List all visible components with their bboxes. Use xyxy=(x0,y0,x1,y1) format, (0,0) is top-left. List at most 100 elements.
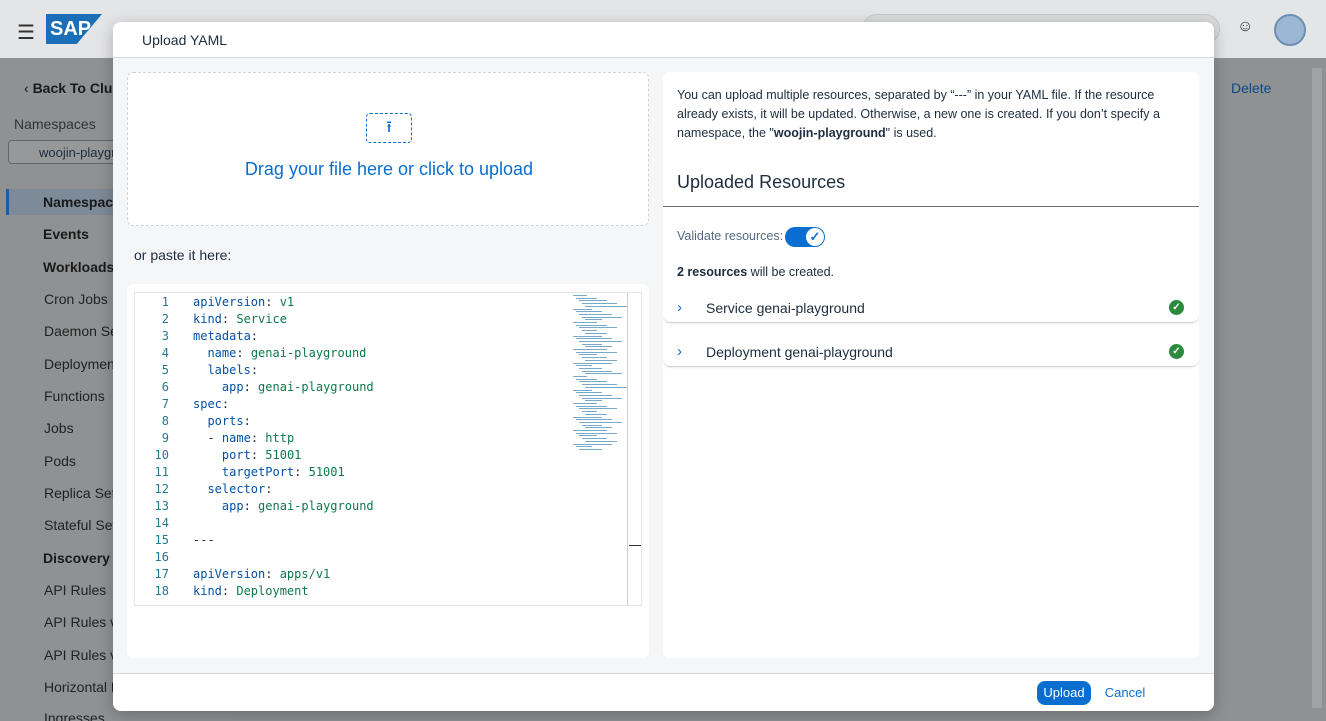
feedback-icon[interactable]: ☺ xyxy=(1237,18,1253,36)
minimap-line xyxy=(576,392,602,394)
minimap-line xyxy=(585,359,617,361)
minimap-line xyxy=(573,376,587,377)
minimap-line xyxy=(573,295,587,296)
minimap-line xyxy=(576,432,617,434)
code-text: spec: xyxy=(193,397,230,411)
sidebar-item[interactable]: Functions xyxy=(44,388,105,404)
dialog-footer: Upload Cancel xyxy=(113,673,1214,711)
minimap-line xyxy=(579,394,612,396)
minimap-line xyxy=(582,384,617,386)
minimap-line xyxy=(576,405,607,407)
menu-icon[interactable]: ☰ xyxy=(17,20,35,45)
success-check-icon: ✓ xyxy=(1169,300,1184,315)
minimap-line xyxy=(582,370,612,372)
resource-row-deployment[interactable]: › Deployment genai-playground ✓ xyxy=(663,339,1199,367)
minimap-line xyxy=(585,427,612,429)
line-number: 3 xyxy=(161,329,169,343)
minimap-line xyxy=(585,346,612,348)
line-number: 8 xyxy=(161,414,169,428)
delete-button[interactable]: Delete xyxy=(1231,80,1271,96)
upload-info-text: You can upload multiple resources, separ… xyxy=(677,88,1160,140)
avatar[interactable] xyxy=(1274,14,1306,46)
sidebar-item[interactable]: Workloads xyxy=(43,259,114,275)
minimap-line xyxy=(582,303,617,305)
page-scrollbar[interactable] xyxy=(1312,68,1322,708)
line-number: 11 xyxy=(154,465,169,479)
minimap-line xyxy=(579,421,622,423)
minimap-line xyxy=(573,322,597,323)
sap-logo: SAP xyxy=(46,14,102,44)
code-text: - name: http xyxy=(193,431,295,445)
editor-minimap[interactable] xyxy=(573,295,627,455)
minimap-line xyxy=(582,411,597,413)
resources-panel: You can upload multiple resources, separ… xyxy=(663,72,1199,658)
back-link[interactable]: ‹ Back To Clu xyxy=(24,80,112,96)
sidebar-item[interactable]: Replica Sets xyxy=(44,485,123,501)
minimap-line xyxy=(579,408,617,410)
code-text: selector: xyxy=(207,482,273,496)
editor-scrollbar[interactable] xyxy=(627,293,628,605)
sidebar-item[interactable]: Pods xyxy=(44,453,76,469)
code-text: app: genai-playground xyxy=(221,499,374,513)
line-number: 12 xyxy=(154,482,169,496)
line-number: 18 xyxy=(154,584,169,598)
line-number: 1 xyxy=(161,295,169,309)
sidebar-item[interactable]: Daemon Set xyxy=(44,323,122,339)
page-background-right: Delete xyxy=(1214,58,1326,721)
minimap-line xyxy=(579,354,597,356)
minimap-line xyxy=(573,335,602,337)
sidebar-item[interactable]: Stateful Sets xyxy=(44,517,123,533)
sidebar-item[interactable]: Horizontal P xyxy=(44,679,120,695)
minimap-line xyxy=(573,416,602,418)
sidebar-item[interactable]: Ingresses xyxy=(44,710,105,721)
resource-label: Service genai-playground xyxy=(706,300,865,316)
sidebar-item[interactable]: API Rules xyxy=(44,582,106,598)
code-text: app: genai-playground xyxy=(221,380,374,394)
minimap-line xyxy=(573,403,597,404)
minimap-line xyxy=(576,365,592,367)
minimap-line xyxy=(576,446,592,448)
chevron-right-icon[interactable]: › xyxy=(677,343,682,360)
dialog-title: Upload YAML xyxy=(142,32,228,48)
minimap-line xyxy=(585,386,627,388)
sidebar-item[interactable]: Namespace xyxy=(43,194,121,210)
minimap-line xyxy=(579,381,607,383)
sidebar-item[interactable]: Events xyxy=(43,226,89,242)
sidebar-item[interactable]: Cron Jobs xyxy=(44,291,108,307)
yaml-editor[interactable]: 1 apiVersion: v1 2 kind: Service 3 metadata: 4… xyxy=(134,292,642,606)
minimap-line xyxy=(576,351,617,353)
namespaces-label: Namespaces xyxy=(14,116,96,132)
resource-row-service[interactable]: › Service genai-playground ✓ xyxy=(663,295,1199,323)
code-text: metadata: xyxy=(193,329,259,343)
line-number: 4 xyxy=(161,346,169,360)
minimap-line xyxy=(573,362,612,364)
upload-button[interactable]: Upload xyxy=(1037,681,1091,705)
validate-label: Validate resources: xyxy=(677,229,784,243)
sidebar-item[interactable]: Discovery a xyxy=(43,550,122,566)
code-text: --- xyxy=(193,533,215,547)
resource-label: Deployment genai-playground xyxy=(706,344,893,360)
minimap-line xyxy=(573,349,607,350)
divider xyxy=(663,206,1199,207)
minimap-line xyxy=(585,440,617,442)
editor-card: 1 apiVersion: v1 2 kind: Service 3 metadata: 4… xyxy=(127,284,649,658)
chevron-left-icon: ‹ xyxy=(24,80,33,96)
validate-toggle[interactable]: ✓ xyxy=(785,227,825,247)
dropzone-text: Drag your file here or click to upload xyxy=(244,159,534,179)
chevron-right-icon[interactable]: › xyxy=(677,299,682,316)
upload-yaml-dialog: Upload YAML ⭱ Drag your file here or cli… xyxy=(113,22,1214,711)
scroll-position-marker xyxy=(629,545,641,546)
minimap-line xyxy=(582,397,622,399)
cancel-button[interactable]: Cancel xyxy=(1099,681,1151,705)
file-dropzone[interactable]: ⭱ Drag your file here or click to upload xyxy=(127,72,649,226)
code-text: labels: xyxy=(207,363,259,377)
minimap-line xyxy=(585,305,627,307)
minimap-line xyxy=(585,332,607,334)
sidebar-item[interactable]: Jobs xyxy=(44,420,74,436)
minimap-line xyxy=(582,424,602,426)
minimap-line xyxy=(579,448,602,450)
line-number: 17 xyxy=(154,567,169,581)
success-check-icon: ✓ xyxy=(1169,344,1184,359)
minimap-line xyxy=(573,308,592,310)
code-text: apiVersion: apps/v1 xyxy=(193,567,331,581)
